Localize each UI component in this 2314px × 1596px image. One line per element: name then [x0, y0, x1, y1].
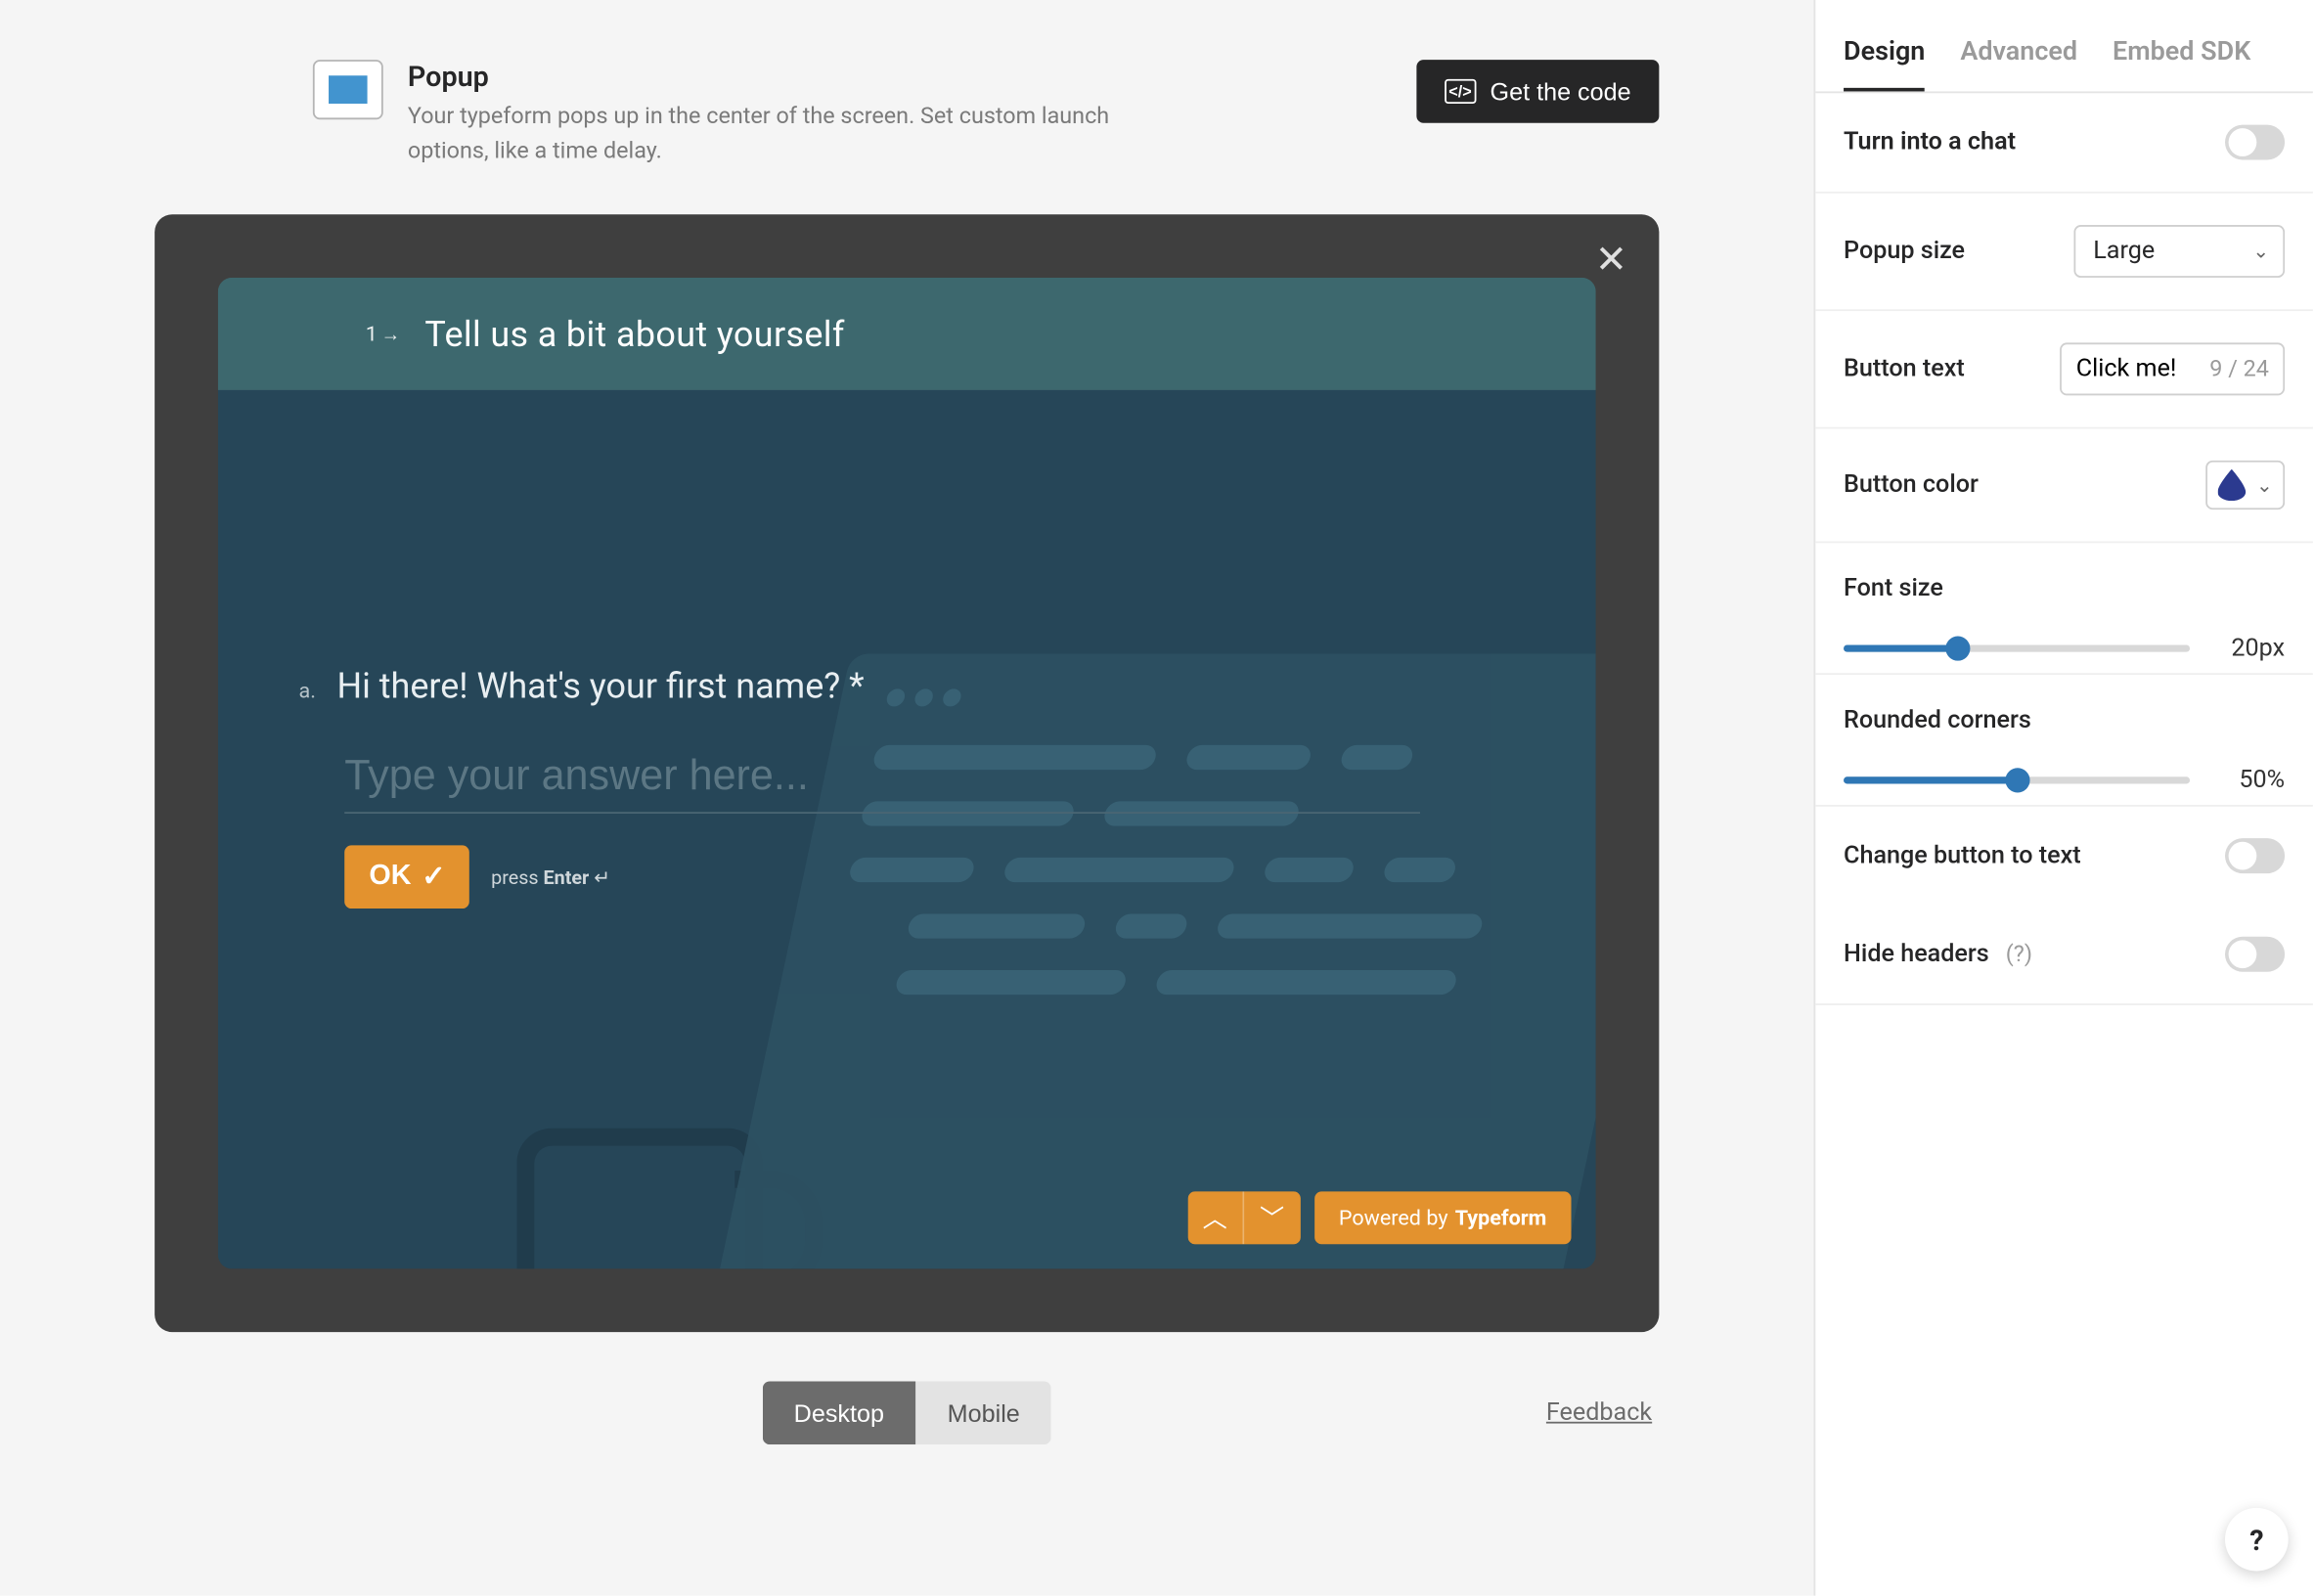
turn-into-chat-toggle[interactable] [2225, 125, 2285, 160]
press-enter-hint: press Enter ↵ [491, 865, 610, 888]
help-button[interactable]: ? [2225, 1508, 2289, 1572]
option-popup-size: Popup size Large ⌄ [1815, 194, 2313, 311]
option-change-to-text: Change button to text [1815, 807, 2313, 906]
header: Popup Your typeform pops up in the cente… [0, 0, 1814, 169]
feedback-link[interactable]: Feedback [1546, 1398, 1652, 1427]
color-drop-icon [2217, 469, 2246, 501]
section-title: Tell us a bit about yourself [424, 313, 844, 355]
get-code-label: Get the code [1491, 77, 1631, 106]
change-to-text-toggle[interactable] [2225, 838, 2285, 873]
chevron-down-icon: ⌄ [2252, 240, 2269, 262]
tab-design[interactable]: Design [1844, 35, 1925, 92]
get-code-button[interactable]: </> Get the code [1416, 60, 1659, 123]
popup-size-select[interactable]: Large ⌄ [2073, 225, 2285, 278]
button-color-picker[interactable]: ⌄ [2205, 461, 2285, 510]
question-letter: a. [298, 679, 315, 703]
embed-type-title: Popup [408, 60, 1181, 93]
form-body: a. Hi there! What's your first name? * O… [218, 390, 1596, 1269]
embed-type-description: Your typeform pops up in the center of t… [408, 100, 1181, 168]
preview-card: 1 → Tell us a bit about yourself [218, 278, 1596, 1269]
form-header: 1 → Tell us a bit about yourself [218, 278, 1596, 390]
option-font-size: Font size 20px [1815, 543, 2313, 675]
tab-advanced[interactable]: Advanced [1960, 35, 2077, 92]
popup-type-icon [313, 60, 383, 119]
option-button-text: Button text 9 / 24 [1815, 311, 2313, 428]
button-text-input[interactable] [2076, 355, 2193, 383]
question-area: a. Hi there! What's your first name? * O… [298, 664, 1472, 909]
question-number: 1 → [366, 322, 400, 346]
question-text: Hi there! What's your first name? * [336, 664, 864, 706]
rounded-corners-value: 50% [2214, 766, 2285, 794]
font-size-slider[interactable] [1844, 644, 2190, 651]
button-text-input-wrap: 9 / 24 [2061, 342, 2286, 395]
button-text-counter: 9 / 24 [2209, 356, 2269, 382]
rounded-corners-slider[interactable] [1844, 776, 2190, 783]
nav-down-button[interactable]: ﹀ [1244, 1191, 1301, 1244]
chevron-down-icon: ⌄ [2256, 473, 2273, 496]
settings-sidebar: Design Advanced Embed SDK Turn into a ch… [1814, 0, 2313, 1596]
option-hide-headers: Hide headers (?) [1815, 905, 2313, 1004]
code-icon: </> [1445, 79, 1476, 104]
tab-embed-sdk[interactable]: Embed SDK [2113, 35, 2250, 92]
hide-headers-help[interactable]: (?) [2006, 942, 2032, 968]
nav-up-button[interactable]: ︿ [1187, 1191, 1244, 1244]
option-turn-into-chat: Turn into a chat [1815, 93, 2313, 193]
option-button-color: Button color ⌄ [1815, 428, 2313, 543]
font-size-value: 20px [2214, 635, 2285, 663]
answer-input[interactable] [344, 741, 1420, 814]
desktop-view-button[interactable]: Desktop [762, 1381, 915, 1444]
hide-headers-toggle[interactable] [2225, 937, 2285, 972]
powered-by-badge[interactable]: Powered by Typeform [1314, 1191, 1572, 1244]
form-footer: ︿ ﹀ Powered by Typeform [1187, 1191, 1571, 1244]
nav-buttons: ︿ ﹀ [1187, 1191, 1300, 1244]
check-icon: ✓ [422, 860, 445, 895]
view-toggle: Desktop Mobile Feedback [0, 1381, 1814, 1444]
option-rounded-corners: Rounded corners 50% [1815, 675, 2313, 807]
close-icon[interactable]: ✕ [1595, 239, 1627, 283]
sidebar-tabs: Design Advanced Embed SDK [1815, 0, 2313, 93]
ok-button[interactable]: OK ✓ [344, 845, 469, 909]
main-content: Popup Your typeform pops up in the cente… [0, 0, 1814, 1596]
mobile-view-button[interactable]: Mobile [915, 1381, 1051, 1444]
arrow-icon: → [380, 323, 400, 345]
preview-frame: ✕ 1 → Tell us a bit about yourself [155, 214, 1659, 1332]
